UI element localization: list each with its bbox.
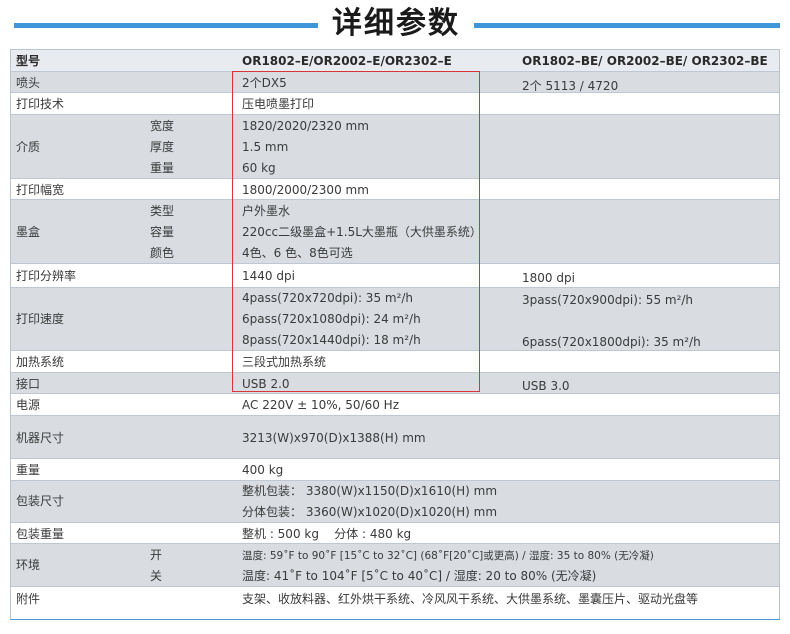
- value-ink-type: 户外墨水: [242, 204, 291, 218]
- row-label: 接口: [16, 377, 41, 391]
- value-speed-8pass: 8pass(720x1440dpi): 18 m²/h: [242, 333, 421, 347]
- sub-label-width: 宽度: [150, 119, 175, 133]
- value-env-on: 温度: 59˚F to 90˚F [15˚C to 32˚C] (68˚F[20…: [242, 550, 654, 562]
- sub-label-thickness: 厚度: [150, 140, 175, 154]
- row-weight: 重量 400 kg: [11, 458, 779, 480]
- row-media: 介质 宽度 1820/2020/2320 mm 厚度 1.5 mm 重量 60 …: [11, 114, 779, 178]
- value-speed-3pass-be: 3pass(720x900dpi): 55 m²/h: [522, 293, 694, 307]
- row-print-tech: 打印技术 压电喷墨打印: [11, 92, 779, 114]
- row-label: 电源: [16, 398, 41, 412]
- value-env-off: 温度: 41˚F to 104˚F [5˚C to 40˚C] / 湿度: 20…: [242, 569, 597, 583]
- row-package-weight: 包装重量 整机 : 500 kg 分体 : 480 kg: [11, 522, 779, 543]
- row-label: 喷头: [16, 76, 41, 90]
- row-label: 墨盒: [16, 225, 41, 239]
- page-title: 详细参数: [332, 6, 460, 41]
- value-media-weight: 60 kg: [242, 161, 276, 175]
- value-ink-capacity: 220cc二级墨盒+1.5L大墨瓶（大供墨系统）: [242, 225, 482, 239]
- row-heating: 加热系统 三段式加热系统: [11, 350, 779, 372]
- value-media-width: 1820/2020/2320 mm: [242, 119, 369, 133]
- row-accessories: 附件 支架、收放料器、红外烘干系统、冷风风干系统、大供墨系统、墨囊压片、驱动光盘…: [11, 586, 779, 619]
- row-ink: 墨盒 类型 户外墨水 容量 220cc二级墨盒+1.5L大墨瓶（大供墨系统） 颜…: [11, 199, 779, 263]
- row-label: 打印速度: [16, 312, 65, 326]
- value-e: 三段式加热系统: [242, 355, 327, 369]
- row-label: 打印分辨率: [16, 269, 77, 283]
- row-resolution: 打印分辨率 1440 dpi 1800 dpi: [11, 263, 779, 287]
- header-model-e: OR1802–E/OR2002–E/OR2302–E: [242, 54, 452, 68]
- row-print-width: 打印幅宽 1800/2000/2300 mm: [11, 178, 779, 199]
- sub-label-type: 类型: [150, 204, 175, 218]
- header-line-right: [474, 23, 780, 28]
- value-e: 整机 : 500 kg 分体 : 480 kg: [242, 527, 412, 541]
- value-speed-4pass: 4pass(720x720dpi): 35 m²/h: [242, 291, 414, 305]
- row-label: 包装重量: [16, 527, 65, 541]
- value-e: 2个DX5: [242, 76, 287, 90]
- value-e: 支架、收放料器、红外烘干系统、冷风风干系统、大供墨系统、墨囊压片、驱动光盘等: [242, 592, 699, 606]
- sub-label-on: 开: [150, 548, 163, 562]
- row-label: 打印幅宽: [16, 183, 65, 197]
- row-nozzle: 喷头 2个DX5 2个 5113 / 4720: [11, 71, 779, 93]
- value-be: 1800 dpi: [522, 271, 575, 285]
- row-power: 电源 AC 220V ± 10%, 50/60 Hz: [11, 393, 779, 415]
- value-e: AC 220V ± 10%, 50/60 Hz: [242, 398, 400, 412]
- value-package-split: 分体包装： 3360(W)x1020(D)x1020(H) mm: [242, 505, 498, 519]
- value-e: 压电喷墨打印: [242, 97, 315, 111]
- value-e: 400 kg: [242, 463, 284, 477]
- value-be: USB 3.0: [522, 379, 570, 393]
- section-header: 详细参数: [0, 0, 790, 48]
- sub-label-weight: 重量: [150, 161, 175, 175]
- header-model-be: OR1802–BE/ OR2002–BE/ OR2302–BE: [522, 54, 768, 68]
- row-interface: 接口 USB 2.0 USB 3.0: [11, 372, 779, 393]
- row-dimensions: 机器尺寸 3213(W)x970(D)x1388(H) mm: [11, 415, 779, 458]
- sub-label-capacity: 容量: [150, 225, 175, 239]
- row-label: 介质: [16, 140, 41, 154]
- value-ink-color: 4色、6 色、8色可选: [242, 246, 353, 260]
- row-environment: 环境 开 温度: 59˚F to 90˚F [15˚C to 32˚C] (68…: [11, 543, 779, 586]
- value-media-thickness: 1.5 mm: [242, 140, 289, 154]
- row-speed: 打印速度 4pass(720x720dpi): 35 m²/h 6pass(72…: [11, 287, 779, 350]
- sub-label-color: 颜色: [150, 246, 175, 260]
- table-header-row: 型号 OR1802–E/OR2002–E/OR2302–E OR1802–BE/…: [11, 50, 779, 71]
- row-label: 包装尺寸: [16, 494, 65, 508]
- value-speed-6pass: 6pass(720x1080dpi): 24 m²/h: [242, 312, 421, 326]
- sub-label-off: 关: [150, 569, 163, 583]
- row-label: 加热系统: [16, 355, 65, 369]
- value-e: 1440 dpi: [242, 269, 295, 283]
- row-label: 附件: [16, 592, 41, 606]
- value-e: USB 2.0: [242, 377, 290, 391]
- value-e: 3213(W)x970(D)x1388(H) mm: [242, 431, 426, 445]
- value-speed-6pass-be: 6pass(720x1800dpi): 35 m²/h: [522, 335, 701, 349]
- value-e: 1800/2000/2300 mm: [242, 183, 369, 197]
- spec-table: 型号 OR1802–E/OR2002–E/OR2302–E OR1802–BE/…: [10, 49, 780, 620]
- row-label: 打印技术: [16, 97, 65, 111]
- row-package-size: 包装尺寸 整机包装： 3380(W)x1150(D)x1610(H) mm 分体…: [11, 480, 779, 522]
- header-label: 型号: [16, 54, 41, 68]
- row-label: 重量: [16, 463, 41, 477]
- row-label: 机器尺寸: [16, 431, 65, 445]
- row-label: 环境: [16, 558, 41, 572]
- value-package-whole: 整机包装： 3380(W)x1150(D)x1610(H) mm: [242, 484, 498, 498]
- header-line-left: [14, 23, 318, 28]
